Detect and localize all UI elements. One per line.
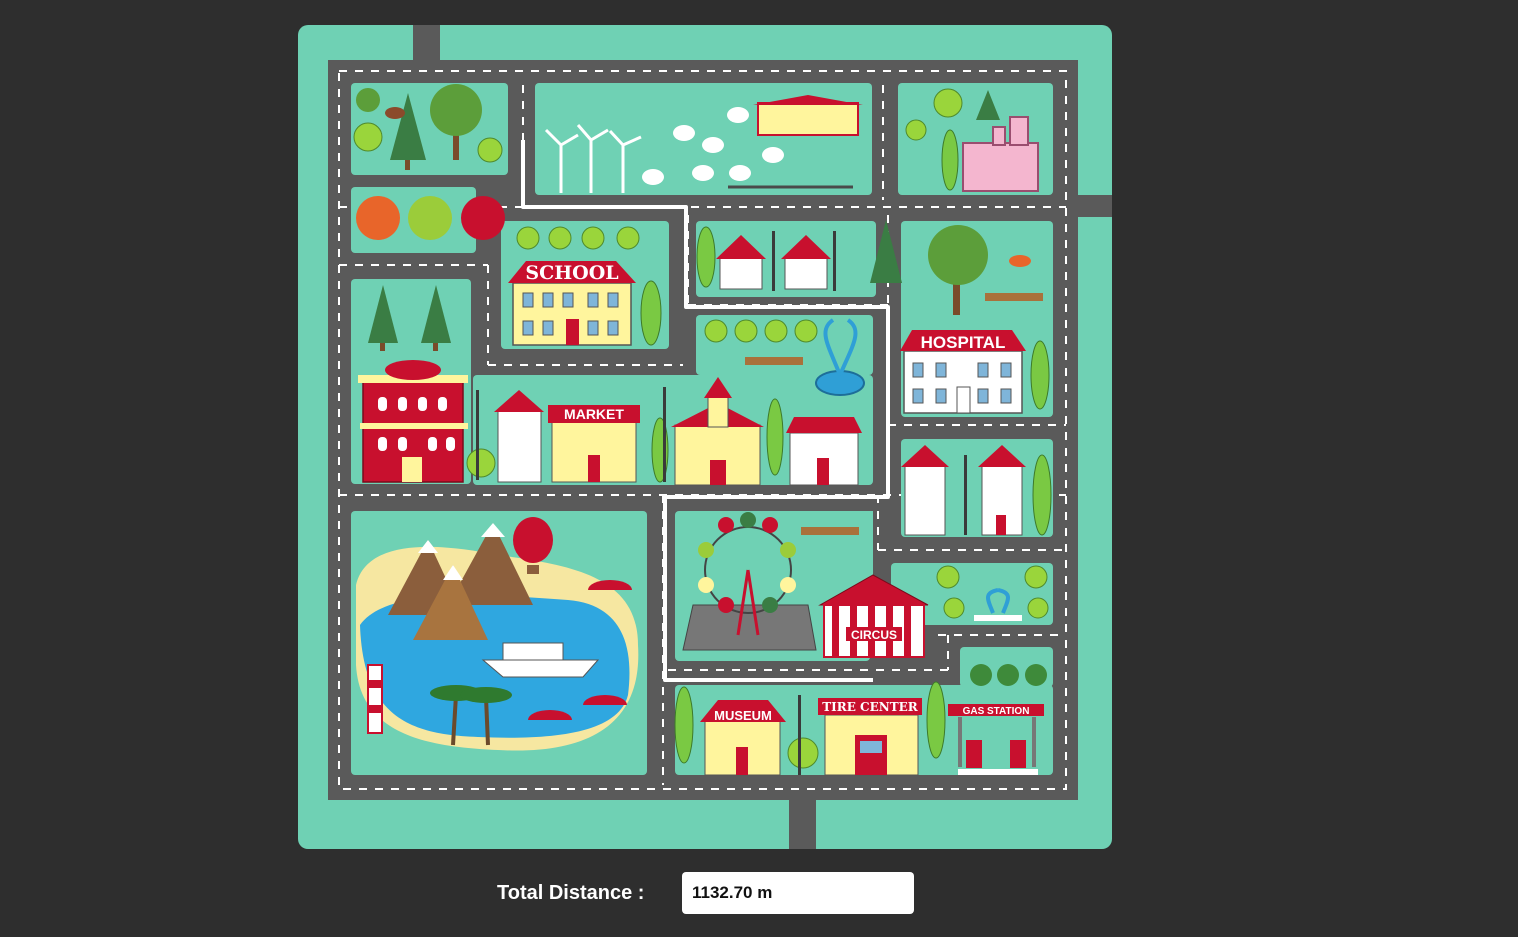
school-sign: SCHOOL [525,262,618,284]
hospital-sign: HOSPITAL [921,333,1006,352]
lighthouse [367,664,383,734]
red-mansion [358,360,468,483]
school-building[interactable]: SCHOOL [508,261,636,346]
museum-sign: MUSEUM [714,708,772,723]
fruit-trees [356,196,505,240]
distance-panel: Total Distance : 1132.70 m [0,872,1518,916]
hospital-building[interactable]: HOSPITAL [900,330,1026,414]
total-distance-field[interactable]: 1132.70 m [682,872,914,914]
circus-sign: CIRCUS [851,628,897,642]
tire-center-building[interactable]: TIRE CENTER [818,698,922,776]
museum-building[interactable]: MUSEUM [700,700,786,776]
tire-center-sign: TIRE CENTER [822,700,919,714]
gas-station-sign: GAS STATION [963,706,1030,717]
market-sign: MARKET [564,406,624,422]
city-map[interactable]: SCHOOL HOSPITAL MARKET CIRCUS MUSEUM TIR… [298,25,1112,849]
total-distance-label: Total Distance : [497,882,645,904]
